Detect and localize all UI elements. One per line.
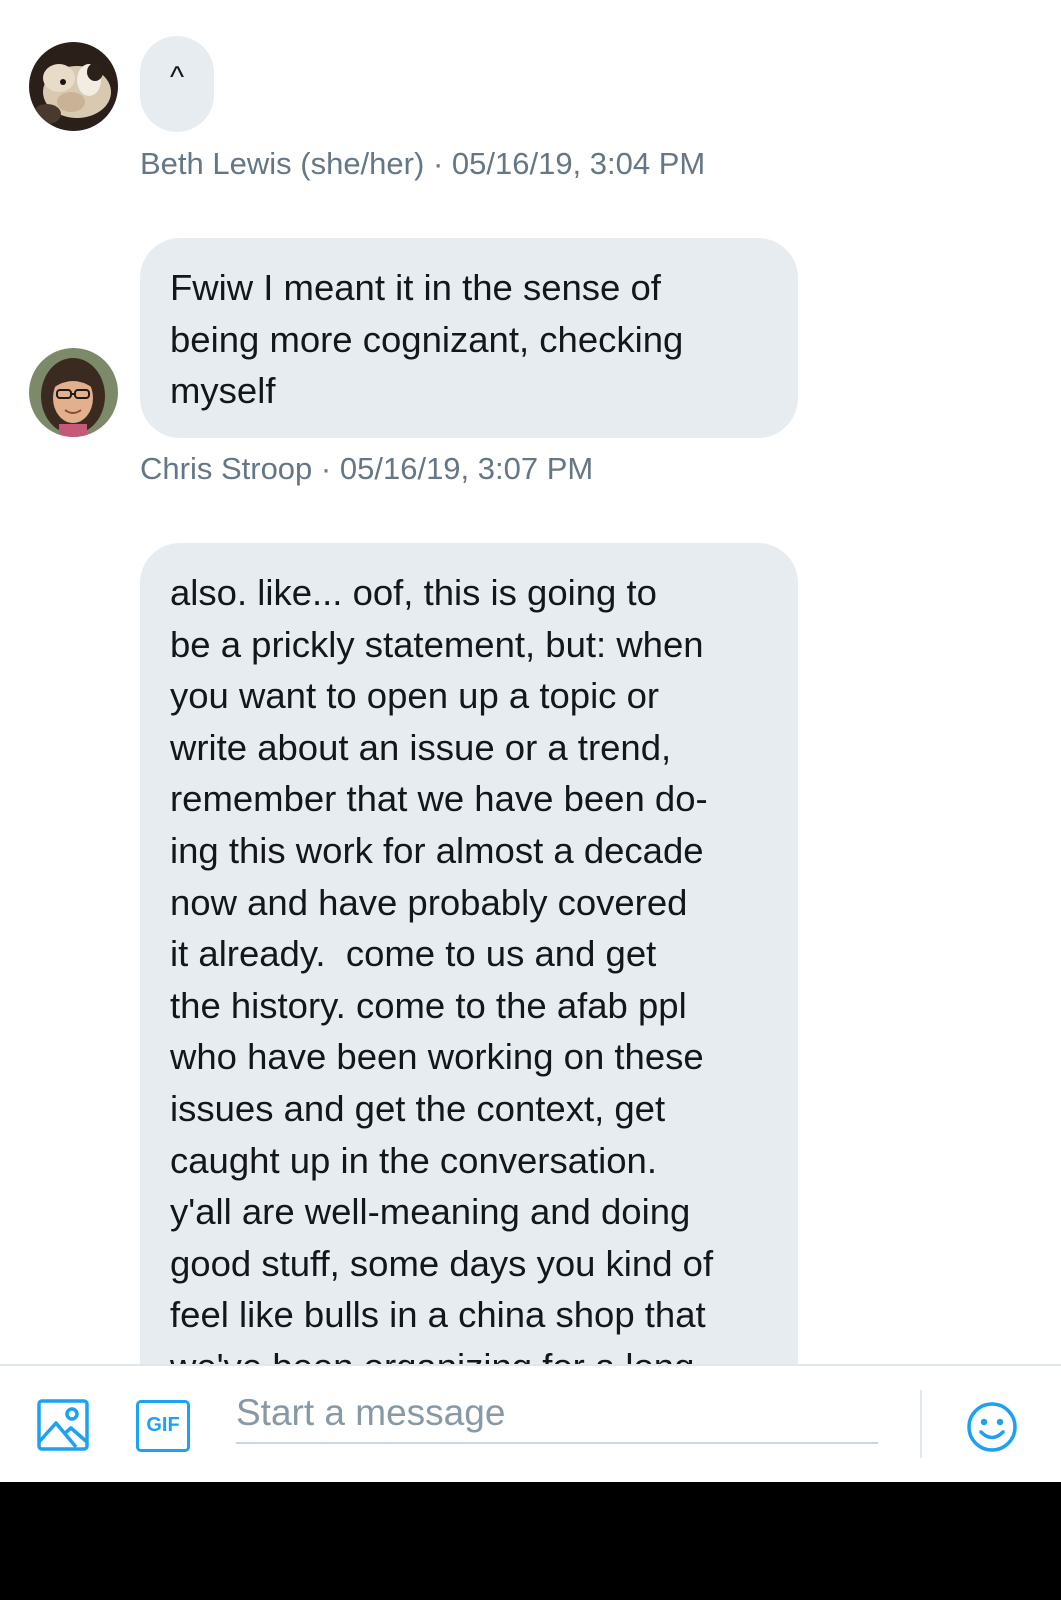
message-bubble[interactable]: ^: [140, 36, 214, 132]
message-meta: Beth Lewis (she/her) · 05/16/19, 3:04 PM: [140, 146, 705, 182]
message-meta: Chris Stroop · 05/16/19, 3:07 PM: [140, 451, 593, 487]
message-bubble[interactable]: also. like... oof, this is going to be a…: [140, 543, 798, 1364]
message-composer: GIF: [0, 1364, 1061, 1482]
gif-button[interactable]: GIF: [136, 1400, 190, 1452]
message-input[interactable]: [236, 1384, 878, 1442]
message-timestamp: 05/16/19, 3:07 PM: [339, 451, 594, 486]
composer-divider: [920, 1390, 922, 1458]
meta-separator: ·: [320, 451, 332, 486]
sender-name: Chris Stroop: [140, 451, 313, 486]
sender-name: Beth Lewis (she/her): [140, 146, 425, 181]
sender-avatar[interactable]: [29, 42, 118, 131]
system-navigation-bar: [0, 1482, 1061, 1600]
message-bubble[interactable]: Fwiw I meant it in the sense of being mo…: [140, 238, 798, 438]
dog-avatar-icon: [29, 42, 118, 131]
gif-label: GIF: [146, 1414, 180, 1436]
conversation-thread[interactable]: ^ Beth Lewis (she/her) · 05/16/19, 3:04 …: [0, 0, 1061, 1364]
person-avatar-icon: [29, 348, 118, 437]
message-input-wrapper: [236, 1384, 878, 1444]
emoji-icon[interactable]: [966, 1401, 1018, 1453]
meta-separator: ·: [432, 146, 444, 181]
message-timestamp: 05/16/19, 3:04 PM: [451, 146, 706, 181]
sender-avatar[interactable]: [29, 348, 118, 437]
image-icon[interactable]: [36, 1398, 90, 1452]
